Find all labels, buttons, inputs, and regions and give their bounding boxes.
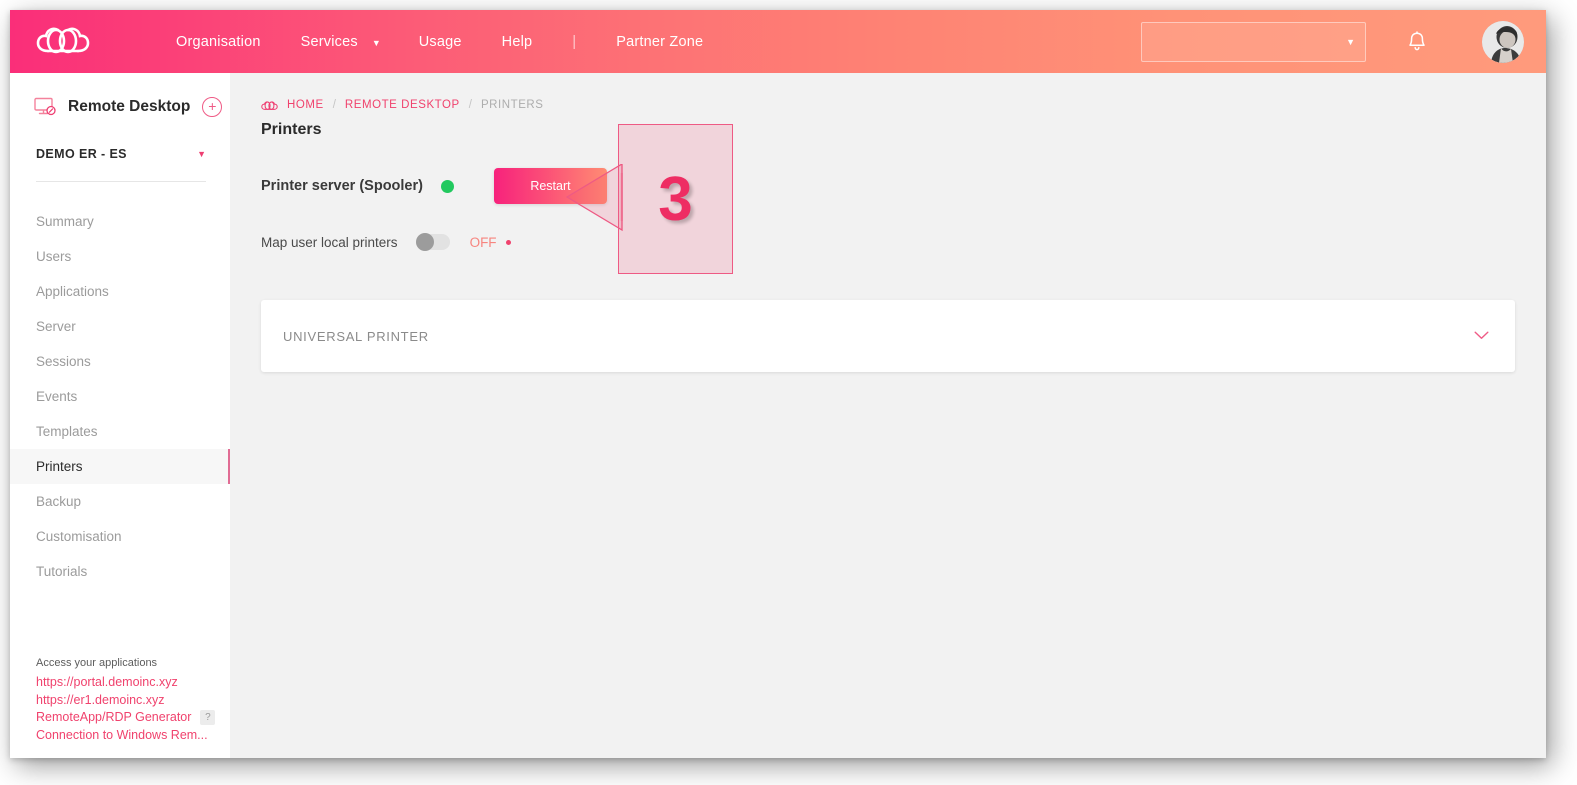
restart-button[interactable]: Restart	[493, 168, 607, 204]
footer-link-generator-row: RemoteApp/RDP Generator ?	[36, 709, 218, 727]
sidebar-item-templates[interactable]: Templates	[10, 414, 230, 449]
status-badge	[440, 179, 454, 193]
breadcrumb-printers: PRINTERS	[480, 99, 544, 111]
nav-usage[interactable]: Usage	[419, 34, 462, 50]
footer-link-portal[interactable]: https://portal.demoinc.xyz	[36, 674, 218, 692]
sidebar-item-events[interactable]: Events	[10, 379, 230, 414]
sidebar-item-tutorials[interactable]: Tutorials	[10, 554, 230, 589]
top-header: Organisation Services ▼ Usage Help | Par…	[10, 10, 1546, 73]
printer-server-row: Printer server (Spooler) Restart	[261, 168, 1546, 204]
sidebar-item-label: Templates	[36, 424, 98, 439]
breadcrumb: HOME / REMOTE DESKTOP / PRINTERS	[230, 73, 1546, 111]
nav-separator: |	[572, 33, 577, 50]
sidebar-item-backup[interactable]: Backup	[10, 484, 230, 519]
cloud-icon	[261, 99, 278, 111]
organisation-name: DEMO ER - ES	[36, 147, 127, 161]
sidebar-item-applications[interactable]: Applications	[10, 274, 230, 309]
nav-services-chevron-down-icon[interactable]: ▼	[372, 38, 381, 48]
cloud-logo-icon[interactable]	[34, 24, 92, 60]
organisation-switcher[interactable]: DEMO ER - ES ▼	[36, 147, 206, 161]
map-local-printers-state: OFF	[469, 234, 497, 250]
sidebar-item-label: Users	[36, 249, 72, 264]
sidebar-item-label: Events	[36, 389, 78, 404]
footer-caption: Access your applications	[36, 657, 158, 669]
breadcrumb-home[interactable]: HOME	[287, 99, 324, 111]
sidebar-item-users[interactable]: Users	[10, 239, 230, 274]
nav-organisation[interactable]: Organisation	[176, 34, 261, 50]
sidebar-divider	[36, 181, 206, 182]
sidebar-item-label: Customisation	[36, 529, 122, 544]
map-local-printers-indicator-dot	[505, 239, 511, 245]
chevron-down-icon[interactable]	[1474, 327, 1489, 345]
sidebar-item-label: Printers	[36, 459, 83, 474]
main-content: HOME / REMOTE DESKTOP / PRINTERS Printer…	[230, 73, 1546, 758]
remote-desktop-icon	[34, 97, 58, 117]
sidebar-item-label: Tutorials	[36, 564, 88, 579]
breadcrumb-remote-desktop[interactable]: REMOTE DESKTOP	[345, 99, 460, 111]
sidebar-footer: Access your applications https://portal.…	[10, 657, 230, 744]
footer-link-rdp-generator[interactable]: RemoteApp/RDP Generator	[36, 709, 191, 727]
user-avatar[interactable]	[1482, 20, 1524, 63]
map-local-printers-toggle[interactable]	[415, 233, 450, 251]
map-local-printers-label: Map user local printers	[261, 234, 398, 250]
footer-link-er1[interactable]: https://er1.demoinc.xyz	[36, 692, 218, 710]
chevron-down-icon: ▼	[1346, 36, 1355, 47]
sidebar-item-label: Server	[36, 319, 76, 334]
add-service-button[interactable]: +	[202, 97, 223, 117]
sidebar-item-sessions[interactable]: Sessions	[10, 344, 230, 379]
bell-icon[interactable]	[1402, 27, 1432, 57]
organisation-select[interactable]: ▼	[1141, 21, 1366, 62]
chevron-down-icon: ▼	[197, 149, 206, 159]
header-right-group: ▼	[1141, 20, 1546, 63]
sidebar-item-server[interactable]: Server	[10, 309, 230, 344]
sidebar-item-label: Applications	[36, 284, 109, 299]
sidebar-item-summary[interactable]: Summary	[10, 204, 230, 239]
sidebar-item-label: Backup	[36, 494, 82, 509]
nav-services[interactable]: Services	[301, 34, 358, 50]
sidebar-item-label: Summary	[36, 214, 94, 229]
universal-printer-card[interactable]: UNIVERSAL PRINTER	[261, 300, 1515, 372]
sidebar-service-header: Remote Desktop +	[10, 73, 230, 125]
map-local-printers-row: Map user local printers OFF	[261, 231, 1546, 253]
sidebar-item-label: Sessions	[36, 354, 91, 369]
breadcrumb-separator: /	[332, 99, 336, 111]
help-badge-icon[interactable]: ?	[200, 710, 216, 726]
universal-printer-title: UNIVERSAL PRINTER	[283, 328, 429, 344]
nav-partner-zone[interactable]: Partner Zone	[616, 34, 703, 50]
printer-server-label: Printer server (Spooler)	[261, 178, 423, 194]
page-title: Printers	[261, 121, 322, 138]
sidebar-item-customisation[interactable]: Customisation	[10, 519, 230, 554]
sidebar-service-name: Remote Desktop	[68, 98, 191, 115]
nav-help[interactable]: Help	[502, 34, 533, 50]
sidebar: Remote Desktop + DEMO ER - ES ▼ Summary …	[10, 73, 230, 758]
sidebar-menu: Summary Users Applications Server Sessio…	[10, 204, 230, 589]
app-window: Organisation Services ▼ Usage Help | Par…	[10, 10, 1546, 758]
sidebar-item-printers[interactable]: Printers	[10, 449, 230, 484]
footer-link-windows-connection[interactable]: Connection to Windows Rem...	[36, 727, 218, 745]
breadcrumb-separator: /	[468, 99, 472, 111]
